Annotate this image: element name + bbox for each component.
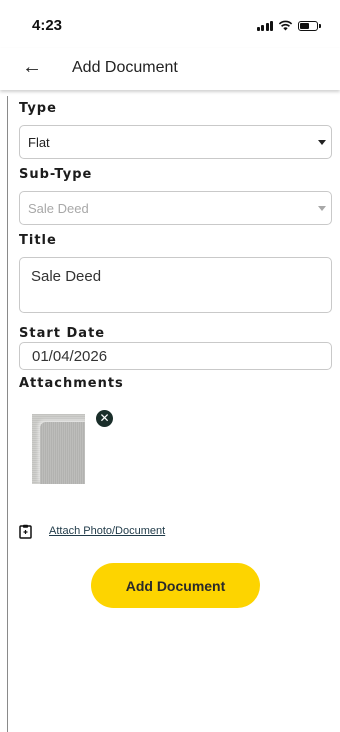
clipboard-icon[interactable] (19, 524, 32, 539)
type-label: Type (19, 101, 57, 116)
start-date-value: 01/04/2026 (32, 348, 108, 365)
type-select[interactable]: Flat (19, 125, 332, 159)
battery-icon (298, 20, 321, 31)
title-input[interactable]: Sale Deed (19, 257, 332, 313)
dropdown-caret-icon (318, 206, 326, 211)
close-icon[interactable]: ✕ (96, 410, 113, 427)
title-label: Title (19, 233, 57, 248)
status-time: 4:23 (32, 17, 63, 34)
attachment-thumbnail[interactable] (32, 414, 85, 484)
status-icons (256, 20, 321, 31)
dropdown-caret-icon (318, 140, 326, 145)
signal-icon (256, 20, 273, 31)
frame-border (7, 96, 8, 732)
title-input-value: Sale Deed (31, 268, 102, 285)
add-document-button[interactable]: Add Document (91, 563, 260, 608)
back-arrow-icon[interactable]: ← (22, 57, 42, 77)
wifi-icon (278, 20, 293, 31)
status-bar: 4:23 (0, 0, 340, 48)
page-title: Add Document (72, 59, 178, 76)
attachments-label: Attachments (19, 376, 124, 391)
start-date-label: Start Date (19, 326, 106, 341)
app-header: ← Add Document (0, 48, 340, 90)
sub-type-select[interactable]: Sale Deed (19, 191, 332, 225)
type-select-value: Flat (28, 135, 50, 150)
sub-type-select-value: Sale Deed (28, 201, 89, 216)
sub-type-label: Sub-Type (19, 167, 93, 182)
start-date-field[interactable]: 01/04/2026 (19, 342, 332, 370)
attach-photo-document-link[interactable]: Attach Photo/Document (49, 525, 165, 537)
